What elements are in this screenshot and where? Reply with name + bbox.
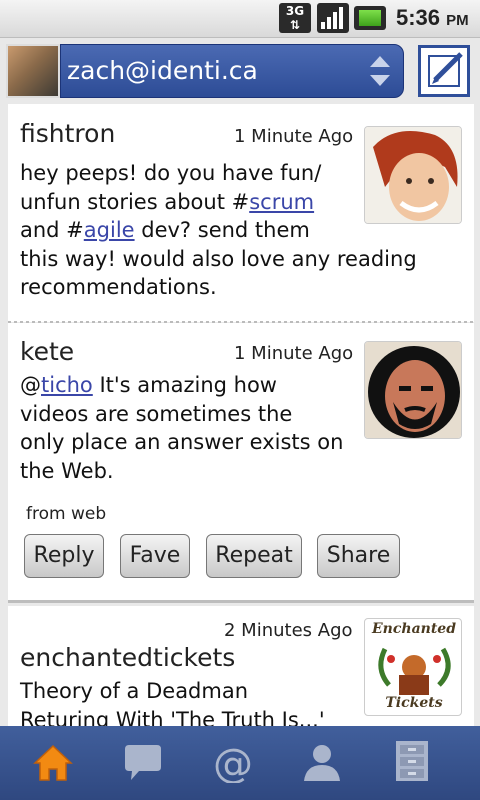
- app-header: zach@identi.ca: [0, 38, 480, 100]
- author-photo[interactable]: Enchanted Tickets: [364, 618, 462, 716]
- reply-button[interactable]: Reply: [24, 534, 104, 578]
- notice-author[interactable]: enchantedtickets: [20, 643, 235, 672]
- list-item[interactable]: fishtron 1 Minute Ago hey peeps! do you …: [8, 104, 474, 322]
- clock: 5:36 PM: [396, 5, 469, 30]
- portrait-image: [365, 342, 461, 438]
- repeat-button[interactable]: Repeat: [206, 534, 302, 578]
- notice-time: 1 Minute Ago: [234, 343, 354, 364]
- compose-button[interactable]: [418, 45, 470, 97]
- notice-time: 2 Minutes Ago: [224, 620, 353, 641]
- author-photo[interactable]: [364, 341, 462, 439]
- chat-bubble-icon: [125, 745, 161, 780]
- fave-button[interactable]: Fave: [120, 534, 190, 578]
- notice-author[interactable]: kete: [20, 337, 74, 366]
- person-icon: [304, 745, 340, 781]
- notice-text: Theory of a Deadman Returing With 'The T…: [20, 679, 325, 726]
- notice-author[interactable]: fishtron: [20, 119, 115, 148]
- signal-strength-icon: [317, 3, 349, 33]
- mention-link[interactable]: ticho: [41, 373, 93, 397]
- battery-icon: [354, 6, 386, 30]
- timeline-list[interactable]: fishtron 1 Minute Ago hey peeps! do you …: [0, 100, 480, 726]
- notice-time: 1 Minute Ago: [234, 126, 354, 147]
- hashtag-link[interactable]: agile: [84, 218, 135, 242]
- account-avatar[interactable]: [6, 44, 60, 98]
- notice-text: hey peeps! do you have fun/ unfun storie…: [20, 161, 417, 299]
- home-icon: [33, 744, 73, 781]
- notice-text: @ticho It's amazing how videos are somet…: [20, 373, 344, 483]
- spinner-arrows-icon: [370, 56, 390, 86]
- hashtag-link[interactable]: scrum: [249, 190, 314, 214]
- svg-text:@: @: [213, 743, 253, 783]
- notice-source: from web: [26, 504, 107, 524]
- tab-favorites[interactable]: [364, 726, 460, 800]
- tab-home[interactable]: [5, 726, 101, 800]
- tab-profile[interactable]: [274, 726, 370, 800]
- logo-text-bottom: Tickets: [385, 695, 443, 711]
- pencil-icon: [428, 52, 463, 87]
- account-selector[interactable]: zach@identi.ca: [60, 44, 404, 98]
- tab-messages[interactable]: [95, 726, 191, 800]
- bottom-tab-bar: @: [0, 726, 480, 800]
- tab-replies[interactable]: @: [183, 726, 279, 800]
- list-item[interactable]: 2 Minutes Ago enchantedtickets Enchanted…: [8, 606, 474, 726]
- status-bar: 3G ⇅ 5:36 PM: [0, 0, 480, 38]
- at-sign-icon: @: [213, 743, 253, 783]
- share-button[interactable]: Share: [317, 534, 400, 578]
- account-name: zach@identi.ca: [67, 56, 258, 85]
- network-3g-icon: 3G ⇅: [279, 3, 311, 33]
- file-cabinet-icon: [396, 741, 428, 781]
- list-item-selected[interactable]: kete 1 Minute Ago @ticho It's amazing ho…: [8, 323, 474, 603]
